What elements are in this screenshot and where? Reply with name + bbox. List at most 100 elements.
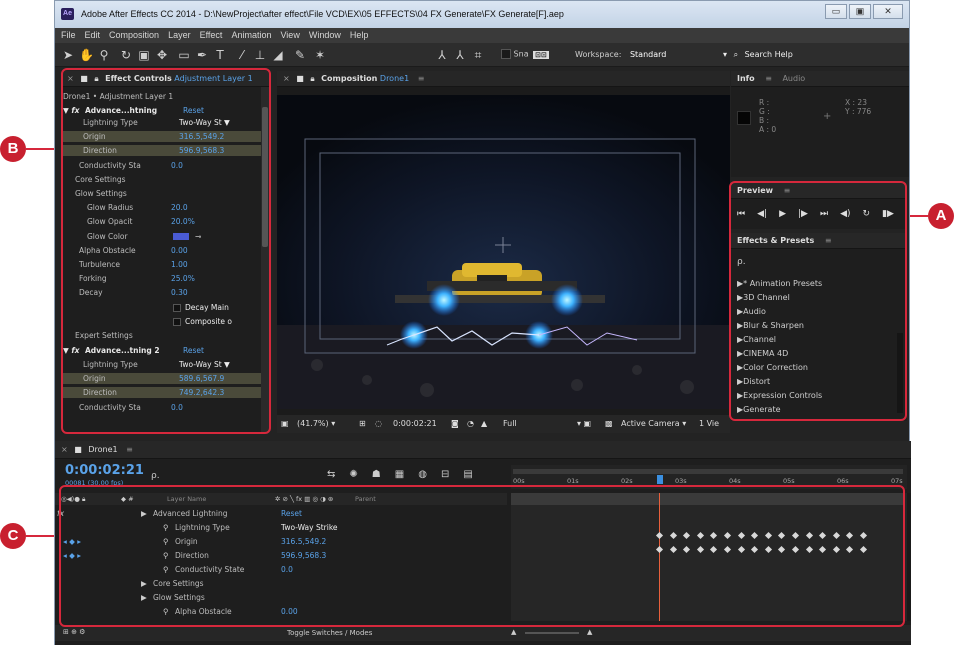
effect-property-row[interactable]: Alpha Obstacle 0.00 (61, 245, 269, 256)
stopwatch-icon[interactable]: ⚲ (163, 605, 169, 618)
show-channel-icon[interactable]: ◔ (467, 419, 474, 428)
tab-menu-icon[interactable]: ≡ (784, 186, 791, 195)
transparency-grid-icon[interactable]: ▩ (605, 419, 613, 428)
reset-button[interactable]: Reset (183, 105, 204, 116)
keyframe-marker[interactable] (805, 531, 813, 540)
layer-duration-bar[interactable] (511, 493, 903, 505)
local-axis-icon[interactable]: ⅄ (435, 48, 449, 62)
panel-close-icon[interactable]: × (283, 74, 290, 83)
type-tool-icon[interactable]: T (213, 48, 227, 62)
search-help-field[interactable]: ▾ ⌕ Search Help (723, 50, 793, 60)
keyframe-marker[interactable] (819, 545, 827, 554)
keyframe-marker[interactable] (696, 545, 704, 554)
view-layout-dropdown[interactable]: 1 Vie (699, 419, 719, 428)
checkbox[interactable] (173, 303, 181, 312)
composition-viewer[interactable] (277, 95, 730, 409)
stopwatch-icon[interactable]: ⚲ (163, 521, 169, 534)
effect-property-row[interactable]: Origin 316.5,549.2 (61, 131, 269, 143)
timeline-scrollbar[interactable] (907, 493, 911, 621)
pen-tool-icon[interactable]: ✒ (195, 48, 209, 62)
keyframe-marker[interactable] (859, 545, 868, 554)
brainstorm-icon[interactable]: ▤ (463, 469, 472, 480)
expand-arrow-icon[interactable]: ▶ (141, 507, 147, 520)
zoom-tool-icon[interactable]: ⚲ (97, 48, 111, 62)
effect-property-row[interactable]: Glow Settings (61, 188, 269, 199)
grid-guides-icon[interactable]: ⊞ (359, 419, 366, 428)
menu-composition[interactable]: Composition (109, 28, 159, 43)
snapping-options-icon[interactable]: ⊡⊡ (533, 50, 549, 59)
audio-icon[interactable]: ◀) (840, 209, 850, 219)
snapping-toggle[interactable]: Sna ⊡⊡ (501, 49, 549, 59)
stopwatch-icon[interactable]: ⚲ (163, 549, 169, 562)
region-of-interest-icon[interactable]: ▾ ▣ (577, 419, 591, 428)
effects-category-item[interactable]: ▶Expression Controls (737, 389, 822, 403)
property-value[interactable]: 20.0 (171, 202, 188, 213)
effects-presets-tab[interactable]: Effects & Presets ≡ (731, 233, 907, 249)
menu-animation[interactable]: Animation (231, 28, 271, 43)
workspace-selector[interactable]: Workspace: Standard (575, 50, 666, 59)
menu-edit[interactable]: Edit (85, 28, 101, 43)
camera-tool-icon[interactable]: ▣ (137, 48, 151, 62)
tab-menu-icon[interactable]: ≡ (825, 236, 832, 245)
camera-view-dropdown[interactable]: Active Camera ▾ (621, 419, 686, 428)
tab-menu-icon[interactable]: ≡ (126, 445, 133, 454)
keyframe-area[interactable] (511, 493, 907, 621)
preview-tab[interactable]: Preview ≡ (731, 183, 907, 199)
puppet-tool-icon[interactable]: ✶ (313, 48, 327, 62)
timeline-tab[interactable]: × ■ Drone1 ≡ (55, 441, 911, 459)
keyframe-marker[interactable] (778, 531, 786, 540)
property-value[interactable]: 749.2,642.3 (179, 387, 224, 398)
timeline-timecode[interactable]: 0:00:02:21 (65, 463, 144, 478)
keyframe-marker[interactable] (751, 531, 759, 540)
view-axis-icon[interactable]: ⌗ (471, 48, 485, 62)
keyframe-marker[interactable] (846, 531, 854, 540)
expand-arrow-icon[interactable]: ▼ fx (63, 345, 80, 356)
rotate-tool-icon[interactable]: ↻ (119, 48, 133, 62)
toggle-switches-modes-button[interactable]: Toggle Switches / Modes (287, 629, 372, 637)
keyframe-marker[interactable] (737, 531, 745, 540)
property-value[interactable]: 25.0% (171, 273, 195, 284)
effect-property-row[interactable]: Glow Color ⊸ (61, 231, 269, 242)
always-preview-icon[interactable]: ▣ (281, 419, 289, 428)
current-time-indicator[interactable] (657, 475, 663, 484)
previous-frame-icon[interactable]: ◀| (757, 209, 767, 219)
hand-tool-icon[interactable]: ✋ (79, 48, 94, 62)
timeline-zoom-slider[interactable] (525, 632, 579, 634)
zoom-in-icon[interactable]: ▲ (587, 628, 592, 636)
effect-property-row[interactable]: Lightning Type Two-Way St ▼ (61, 359, 269, 370)
effects-category-item[interactable]: ▶* Animation Presets (737, 277, 822, 291)
keyframe-marker[interactable] (737, 545, 745, 554)
layer-switches-icon[interactable]: ⊞ ⊕ ⚙ (63, 628, 85, 636)
zoom-out-icon[interactable]: ▲ (511, 628, 516, 636)
tab-info[interactable]: Info (737, 74, 755, 83)
color-channel-icon[interactable]: ▲ (481, 419, 487, 428)
parent-header[interactable]: Parent (355, 493, 376, 505)
keyframe-marker[interactable] (832, 545, 840, 554)
keyframe-marker[interactable] (723, 545, 732, 554)
timeline-property-row[interactable]: fx ▶ Advanced Lightning Reset (55, 507, 507, 520)
motion-blur-icon[interactable]: ◍ (418, 469, 427, 480)
effect-property-row[interactable]: Direction 749.2,642.3 (61, 387, 269, 399)
maximize-button[interactable]: ▣ (849, 4, 871, 19)
effect-property-row[interactable]: Direction 596.9,568.3 (61, 145, 269, 157)
draft-3d-icon[interactable]: ✺ (349, 469, 357, 480)
effect-property-row[interactable]: Conductivity Sta 0.0 (61, 402, 269, 413)
keyframe-marker[interactable] (669, 545, 677, 554)
panel-menu-icon[interactable]: ■ (80, 74, 88, 83)
mask-visibility-icon[interactable]: ◌ (375, 419, 382, 428)
property-value[interactable]: 596.9,568.3 (281, 549, 326, 562)
timeline-property-row[interactable]: ◂ ◆ ▸ ⚲ Origin 316.5,549.2 (55, 535, 507, 548)
property-value[interactable]: 316.5,549.2 (179, 131, 224, 142)
tab-menu-icon[interactable]: ≡ (418, 74, 425, 83)
keyframe-navigator-icon[interactable]: ◂ ◆ ▸ (63, 549, 81, 562)
effect-property-row[interactable]: Origin 589.6,567.9 (61, 373, 269, 385)
effect-controls-tab[interactable]: × ■ 🔒︎ Effect Controls Adjustment Layer … (61, 71, 269, 87)
property-value[interactable]: 0.30 (171, 287, 188, 298)
pan-behind-tool-icon[interactable]: ✥ (155, 48, 169, 62)
reset-button[interactable]: Reset (183, 345, 204, 356)
minimize-button[interactable]: ▭ (825, 4, 847, 19)
scrollbar-thumb[interactable] (262, 107, 268, 247)
property-value[interactable]: Composite o (185, 316, 232, 327)
effect-property-row[interactable]: Glow Opacit 20.0% (61, 216, 269, 227)
roto-brush-tool-icon[interactable]: ✎ (293, 48, 307, 62)
